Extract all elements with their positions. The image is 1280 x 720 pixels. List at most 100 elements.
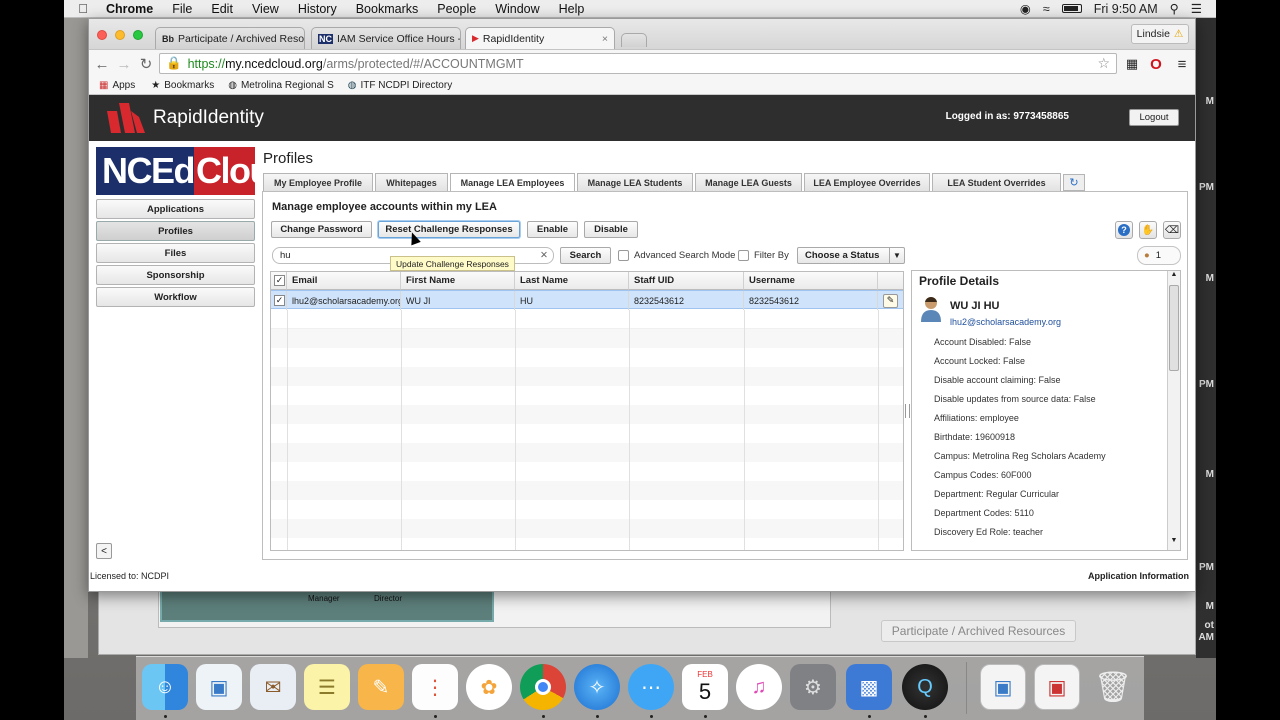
trash-icon[interactable]: 🗑 [1090,664,1136,710]
enable-button[interactable]: Enable [527,221,578,238]
column-header-staff-uid[interactable]: Staff UID [629,272,744,290]
wifi-icon[interactable]: ≈ [1043,2,1050,16]
menu-file[interactable]: File [172,2,192,16]
menu-history[interactable]: History [298,2,337,16]
reload-icon[interactable]: ↻ [137,54,155,74]
scrollbar-thumb[interactable] [1169,285,1179,371]
bookmark-star-icon[interactable]: ☆ [1097,55,1110,72]
eraser-icon[interactable]: ⌫ [1163,221,1181,239]
menu-people[interactable]: People [437,2,476,16]
profile-button[interactable]: Lindsie ⚠ [1131,24,1189,44]
bookmark-metrolina[interactable]: ◍ Metrolina Regional S [228,80,334,91]
column-header-last-name[interactable]: Last Name [515,272,629,290]
browser-tab-iam[interactable]: NC IAM Service Office Hours - × [311,27,461,49]
scroll-up-icon[interactable]: ▲ [1169,271,1179,283]
chrome-icon[interactable] [520,664,566,710]
column-header-username[interactable]: Username [744,272,878,290]
select-all-checkbox[interactable]: ✓ [274,275,285,286]
menu-app[interactable]: Chrome [106,2,153,16]
profile-email[interactable]: lhu2@scholarsacademy.org [950,317,1061,327]
tab-manage-lea-guests[interactable]: Manage LEA Guests [695,173,802,191]
application-information-link[interactable]: Application Information [1088,571,1189,581]
row-select-cell[interactable]: ✓ [271,291,287,310]
spotlight-icon[interactable]: ⚲ [1170,1,1179,16]
record-icon[interactable]: ◉ [1020,1,1031,16]
disable-button[interactable]: Disable [584,221,638,238]
apple-icon[interactable]:  [76,1,90,16]
row-checkbox[interactable]: ✓ [274,295,285,306]
minimize-window-icon[interactable] [115,30,125,40]
close-tab-icon[interactable]: × [304,33,305,45]
search-button[interactable]: Search [560,247,611,264]
menu-icon[interactable]: ≡ [1173,54,1191,74]
safari-icon[interactable]: ✧ [574,664,620,710]
nav-workflow[interactable]: Workflow [96,287,255,307]
pencil-icon[interactable]: ✎ [883,293,898,308]
change-password-button[interactable]: Change Password [271,221,372,238]
nav-sponsorship[interactable]: Sponsorship [96,265,255,285]
resize-splitter[interactable] [905,404,910,418]
screenshot-icon[interactable]: ▣ [980,664,1026,710]
messages-icon[interactable]: ⋯ [628,664,674,710]
menu-bookmarks[interactable]: Bookmarks [356,2,419,16]
forward-icon[interactable]: → [115,54,133,74]
tab-manage-lea-students[interactable]: Manage LEA Students [577,173,693,191]
reminders-icon[interactable]: ⋮ [412,664,458,710]
reset-challenge-responses-button[interactable]: Reset Challenge Responses [378,221,520,238]
tab-manage-lea-employees[interactable]: Manage LEA Employees [450,173,575,192]
mail-icon[interactable]: ✉ [250,664,296,710]
column-header-email[interactable]: Email [287,272,401,290]
screenshot-icon-2[interactable]: ▣ [1034,664,1080,710]
back-icon[interactable]: ← [93,54,111,74]
qr-extension-icon[interactable]: ▦ [1123,54,1141,74]
zoom-window-icon[interactable] [133,30,143,40]
details-scrollbar[interactable]: ▲ ▼ [1167,271,1180,550]
notification-center-icon[interactable]: ☰ [1191,1,1202,16]
bookmark-apps[interactable]: ▦ Apps [99,80,135,91]
nav-profiles[interactable]: Profiles [96,221,255,241]
nav-files[interactable]: Files [96,243,255,263]
collapse-nav-button[interactable]: < [96,543,112,559]
browser-tab-rapididentity[interactable]: ▶ RapidIdentity × [465,27,615,49]
help-icon[interactable]: ? [1115,221,1133,239]
logout-button[interactable]: Logout [1129,109,1179,126]
menu-window[interactable]: Window [495,2,539,16]
battery-icon[interactable] [1061,4,1082,13]
clock[interactable]: Fri 9:50 AM [1094,2,1158,16]
column-header-first-name[interactable]: First Name [401,272,515,290]
bookmark-itf[interactable]: ◍ ITF NCDPI Directory [348,80,452,91]
menu-help[interactable]: Help [559,2,585,16]
nav-applications[interactable]: Applications [96,199,255,219]
tab-lea-student-overrides[interactable]: LEA Student Overrides [932,173,1061,191]
tab-whitepages[interactable]: Whitepages [375,173,448,191]
background-tab[interactable]: Participate / Archived Resources [881,620,1076,642]
status-select[interactable]: Choose a Status ▼ [797,247,905,264]
itunes-icon[interactable]: ♫ [736,664,782,710]
menu-edit[interactable]: Edit [211,2,233,16]
advanced-search-checkbox[interactable] [618,250,629,261]
menu-view[interactable]: View [252,2,279,16]
pages-icon[interactable]: ✎ [358,664,404,710]
system-preferences-icon[interactable]: ⚙ [790,664,836,710]
preview-icon[interactable]: ▣ [196,664,242,710]
photos-icon[interactable]: ✿ [466,664,512,710]
finder-icon[interactable]: ☺ [142,664,188,710]
tab-my-employee-profile[interactable]: My Employee Profile [263,173,373,191]
hand-icon[interactable]: ✋ [1139,221,1157,239]
bookmark-bookmarks[interactable]: ★ Bookmarks [151,80,214,91]
clear-search-icon[interactable]: ✕ [540,250,548,261]
table-row[interactable]: ✓ lhu2@scholarsacademy.org WU JI HU 8232… [271,290,903,310]
quicktime-icon[interactable]: Q [902,664,948,710]
scroll-down-icon[interactable]: ▼ [1169,537,1179,549]
new-tab-button[interactable] [621,33,647,47]
calendar-icon[interactable]: FEB 5 [682,664,728,710]
keynote-icon[interactable]: ▩ [846,664,892,710]
select-all-header[interactable]: ✓ [271,272,287,290]
refresh-icon[interactable]: ↻ [1063,174,1085,191]
notes-icon[interactable]: ☰ [304,664,350,710]
opera-extension-icon[interactable]: O [1147,54,1165,74]
address-bar[interactable]: 🔒 https:// my.ncedcloud.org /arms/protec… [159,53,1117,74]
browser-tab-blackboard[interactable]: Bb Participate / Archived Reso × [155,27,305,49]
close-window-icon[interactable] [97,30,107,40]
tab-lea-employee-overrides[interactable]: LEA Employee Overrides [804,173,930,191]
